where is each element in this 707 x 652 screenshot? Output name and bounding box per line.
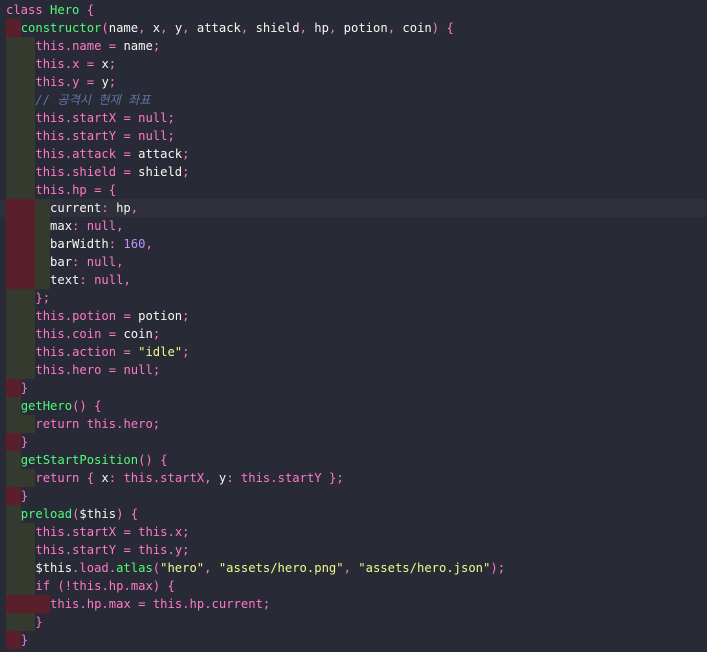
code-text: $this.load.atlas("hero", "assets/hero.pn…	[35, 561, 506, 575]
code-line[interactable]: text: null,	[0, 271, 707, 289]
code-text: max: null,	[50, 219, 124, 233]
code-text: this.hp = {	[35, 183, 117, 197]
code-line[interactable]: this.x = x;	[0, 55, 707, 73]
code-text: this.shield = shield;	[35, 165, 190, 179]
code-text: this.startX = this.x;	[35, 525, 190, 539]
code-line[interactable]: this.startY = null;	[0, 127, 707, 145]
code-line[interactable]: }	[0, 613, 707, 631]
code-text: preload($this) {	[20, 507, 139, 521]
code-text: this.coin = coin;	[35, 327, 161, 341]
code-line[interactable]: current: hp,	[0, 199, 707, 217]
code-text: barWidth: 160,	[50, 237, 153, 251]
code-line[interactable]: bar: null,	[0, 253, 707, 271]
code-text: }	[35, 615, 43, 629]
code-line[interactable]: this.startX = this.x;	[0, 523, 707, 541]
code-line[interactable]: return this.hero;	[0, 415, 707, 433]
code-text: this.hp.max = this.hp.current;	[50, 597, 271, 611]
code-line[interactable]: preload($this) {	[0, 505, 707, 523]
code-text: return this.hero;	[35, 417, 161, 431]
code-line[interactable]: max: null,	[0, 217, 707, 235]
code-text: this.x = x;	[35, 57, 117, 71]
code-text: if (!this.hp.max) {	[35, 579, 175, 593]
code-editor[interactable]: class Hero { constructor(name, x, y, att…	[0, 0, 707, 652]
code-text: bar: null,	[50, 255, 124, 269]
code-text: class Hero {	[6, 3, 95, 17]
code-text: this.y = y;	[35, 75, 117, 89]
code-text: this.potion = potion;	[35, 309, 190, 323]
code-line[interactable]: // 공격시 현재 좌표	[0, 91, 707, 109]
code-text: getStartPosition() {	[20, 453, 168, 467]
code-text: this.attack = attack;	[35, 147, 190, 161]
code-text: text: null,	[50, 273, 131, 287]
code-text: this.startY = null;	[35, 129, 175, 143]
code-text: this.startX = null;	[35, 111, 175, 125]
code-line[interactable]: class Hero {	[0, 1, 707, 19]
code-line[interactable]: constructor(name, x, y, attack, shield, …	[0, 19, 707, 37]
code-line[interactable]: $this.load.atlas("hero", "assets/hero.pn…	[0, 559, 707, 577]
code-line[interactable]: }	[0, 379, 707, 397]
code-line[interactable]: }	[0, 487, 707, 505]
code-line[interactable]: this.startX = null;	[0, 109, 707, 127]
code-text: current: hp,	[50, 201, 139, 215]
code-text: this.startY = this.y;	[35, 543, 190, 557]
code-line[interactable]: this.y = y;	[0, 73, 707, 91]
code-text: constructor(name, x, y, attack, shield, …	[20, 21, 454, 35]
code-line[interactable]: return { x: this.startX, y: this.startY …	[0, 469, 707, 487]
code-line[interactable]: getStartPosition() {	[0, 451, 707, 469]
code-text: this.action = "idle";	[35, 345, 190, 359]
code-line[interactable]: this.attack = attack;	[0, 145, 707, 163]
code-text: }	[20, 489, 29, 503]
code-line[interactable]: if (!this.hp.max) {	[0, 577, 707, 595]
code-text: }	[20, 435, 29, 449]
code-line[interactable]: };	[0, 289, 707, 307]
code-line[interactable]: }	[0, 631, 707, 649]
code-line[interactable]: this.startY = this.y;	[0, 541, 707, 559]
code-text: }	[20, 633, 29, 647]
code-text: getHero() {	[20, 399, 102, 413]
code-text: // 공격시 현재 좌표	[35, 93, 151, 107]
code-line[interactable]: this.potion = potion;	[0, 307, 707, 325]
code-text: this.name = name;	[35, 39, 161, 53]
code-line[interactable]: this.action = "idle";	[0, 343, 707, 361]
code-line[interactable]: this.shield = shield;	[0, 163, 707, 181]
code-line[interactable]: this.name = name;	[0, 37, 707, 55]
code-line[interactable]: this.coin = coin;	[0, 325, 707, 343]
code-text: };	[35, 291, 51, 305]
code-text: return { x: this.startX, y: this.startY …	[35, 471, 344, 485]
code-line[interactable]: getHero() {	[0, 397, 707, 415]
code-line[interactable]: this.hp = {	[0, 181, 707, 199]
code-text: this.hero = null;	[35, 363, 161, 377]
code-line[interactable]: this.hp.max = this.hp.current;	[0, 595, 707, 613]
code-line[interactable]: barWidth: 160,	[0, 235, 707, 253]
code-line[interactable]: this.hero = null;	[0, 361, 707, 379]
code-text: }	[20, 381, 29, 395]
code-line[interactable]: }	[0, 433, 707, 451]
